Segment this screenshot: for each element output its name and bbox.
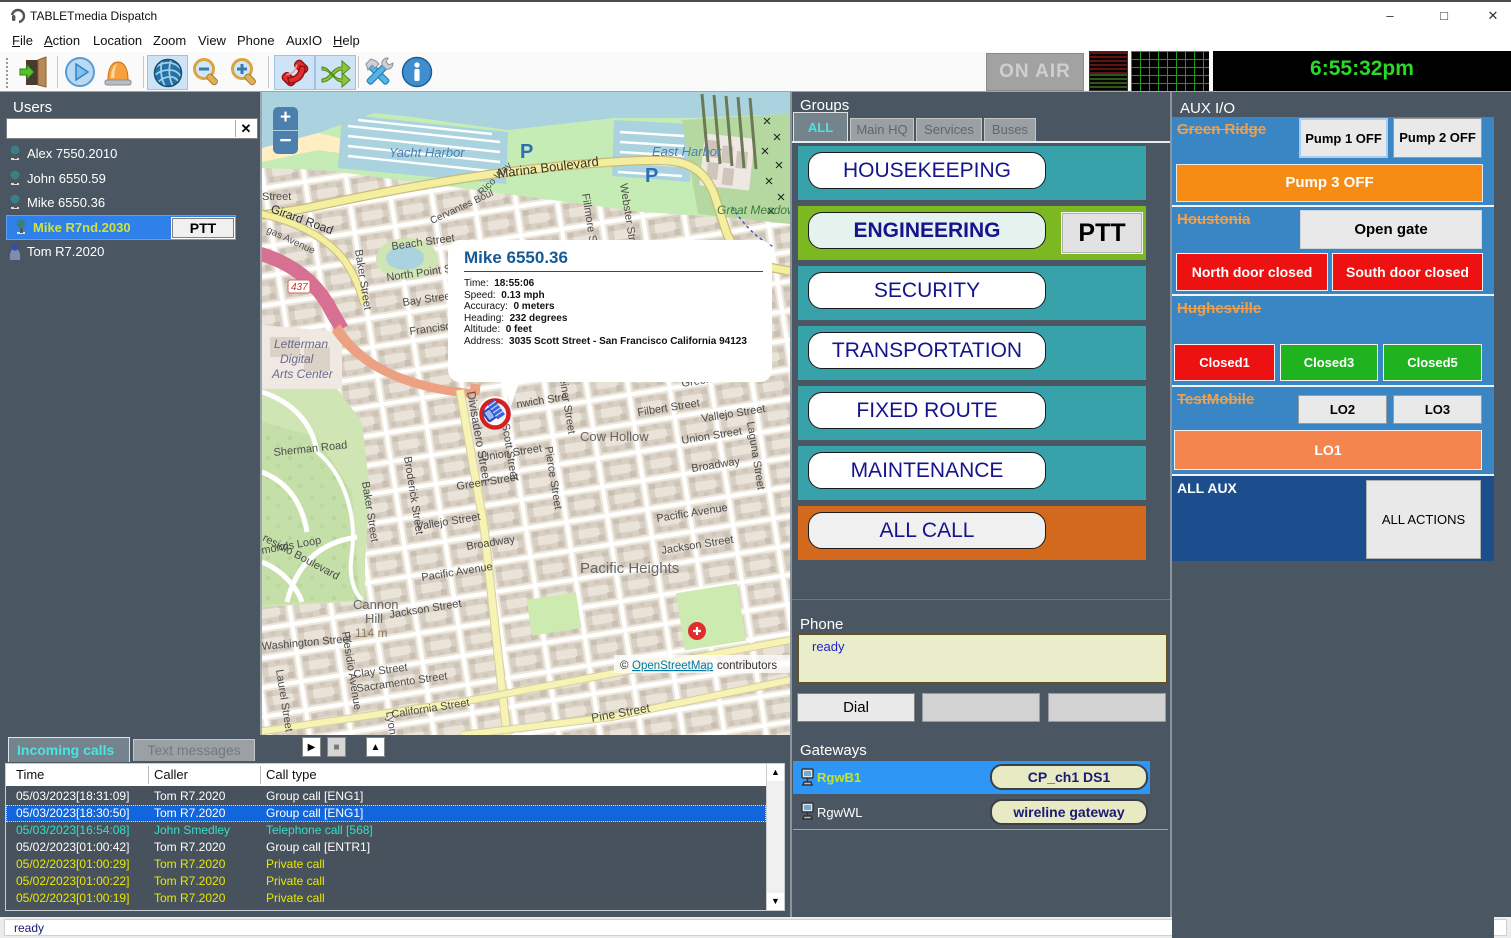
svg-text:Letterman: Letterman	[274, 337, 328, 351]
svg-text:OpenStreetMap: OpenStreetMap	[632, 660, 713, 672]
svg-text:Arts Center: Arts Center	[271, 367, 334, 381]
svg-text:©: ©	[620, 660, 629, 672]
svg-text:Cannon: Cannon	[353, 597, 399, 612]
svg-text:P: P	[520, 141, 533, 163]
svg-text:437: 437	[291, 282, 308, 293]
svg-text:Digital: Digital	[280, 352, 314, 366]
svg-text:Great Meadow: Great Meadow	[717, 203, 790, 217]
svg-text:Street: Street	[262, 191, 291, 203]
svg-text:contributors: contributors	[717, 660, 777, 672]
svg-text:Cow Hollow: Cow Hollow	[580, 429, 649, 444]
svg-text:Yacht Harbor: Yacht Harbor	[389, 145, 465, 160]
svg-text:Hill: Hill	[365, 611, 383, 626]
svg-text:114 m: 114 m	[355, 626, 387, 640]
svg-text:East Harbor: East Harbor	[652, 144, 722, 159]
svg-text:P: P	[645, 165, 658, 187]
svg-text:Pacific Heights: Pacific Heights	[580, 560, 679, 577]
